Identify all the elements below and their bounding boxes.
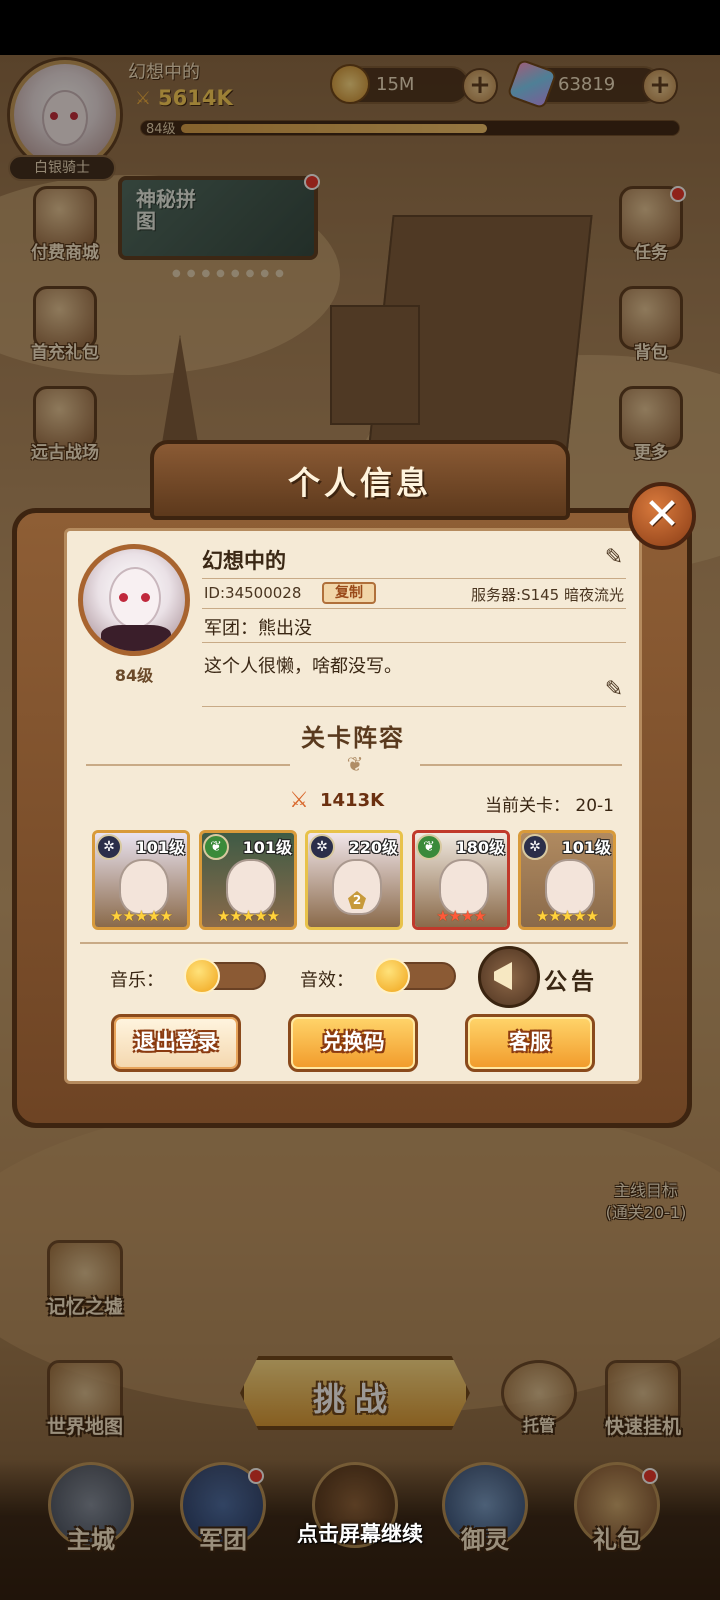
hero-stars: ★★★★★ <box>535 907 599 925</box>
hero-level: 180级 <box>455 838 505 857</box>
profile-bio: 这个人很懒，啥都没写。 <box>204 656 402 677</box>
hero-stars: ★★★★ <box>436 907 487 925</box>
sfx-toggle[interactable] <box>374 958 456 994</box>
lineup-section-title: 关卡阵容 <box>301 724 405 752</box>
section-divider <box>80 942 628 944</box>
hero-level: 101级 <box>242 838 292 857</box>
hero-stars: ★★★★★ <box>109 907 173 925</box>
toggle-knob[interactable] <box>184 958 220 994</box>
modal-title: 个人信息 <box>287 464 432 502</box>
profile-name: 幻想中的 <box>202 549 286 573</box>
profile-avatar[interactable] <box>78 544 190 656</box>
copy-id-button[interactable]: 复制 <box>322 582 376 604</box>
dark-class-icon: ✲ <box>96 834 122 860</box>
hero-card[interactable]: ✲ 101级 ★★★★★ <box>518 830 616 930</box>
divider-ornament: ❦ <box>290 752 420 776</box>
hero-card[interactable]: ❦ 101级 ★★★★★ <box>199 830 297 930</box>
notice-label[interactable]: 公告 <box>544 962 598 996</box>
guild-info: 军团：熊出没 <box>204 618 312 639</box>
toggle-knob[interactable] <box>374 958 410 994</box>
hero-level: 101级 <box>135 838 185 857</box>
dark-class-icon: ✲ <box>309 834 335 860</box>
logout-button[interactable]: 退出登录 <box>111 1014 241 1072</box>
hero-level: 220级 <box>348 838 398 857</box>
profile-id: ID:34500028 <box>204 584 302 602</box>
customer-service-button[interactable]: 客服 <box>465 1014 595 1072</box>
hero-card[interactable]: ❦ 180级 ★★★★ <box>412 830 510 930</box>
music-label: 音乐： <box>110 970 164 991</box>
divider <box>202 578 626 579</box>
edit-bio-icon[interactable]: ✎ <box>602 678 626 702</box>
divider <box>202 642 626 643</box>
profile-level: 84级 <box>114 666 154 685</box>
server-info: 服务器:S145 暗夜流光 <box>471 586 624 604</box>
music-toggle[interactable] <box>184 958 266 994</box>
dark-class-icon: ✲ <box>522 834 548 860</box>
close-button[interactable]: ✕ <box>628 482 696 550</box>
divider <box>202 608 626 609</box>
tap-to-continue-hint[interactable]: 点击屏幕继续 <box>0 1518 720 1548</box>
divider <box>202 706 626 707</box>
edit-name-icon[interactable]: ✎ <box>602 546 626 570</box>
hero-level: 101级 <box>561 838 611 857</box>
sfx-label: 音效： <box>300 970 354 991</box>
nature-class-icon: ❦ <box>416 834 442 860</box>
redeem-code-button[interactable]: 兑换码 <box>288 1014 418 1072</box>
nature-class-icon: ❦ <box>203 834 229 860</box>
hero-stars: ★★★★★ <box>216 907 280 925</box>
lineup-power: 1413K <box>320 790 385 811</box>
crossed-swords-icon: ⚔ <box>289 788 309 813</box>
status-bar <box>0 0 720 55</box>
hero-card[interactable]: ✲ 220级 2 <box>305 830 403 930</box>
hero-card[interactable]: ✲ 101级 ★★★★★ <box>92 830 190 930</box>
current-stage: 当前关卡： 20-1 <box>485 796 614 816</box>
